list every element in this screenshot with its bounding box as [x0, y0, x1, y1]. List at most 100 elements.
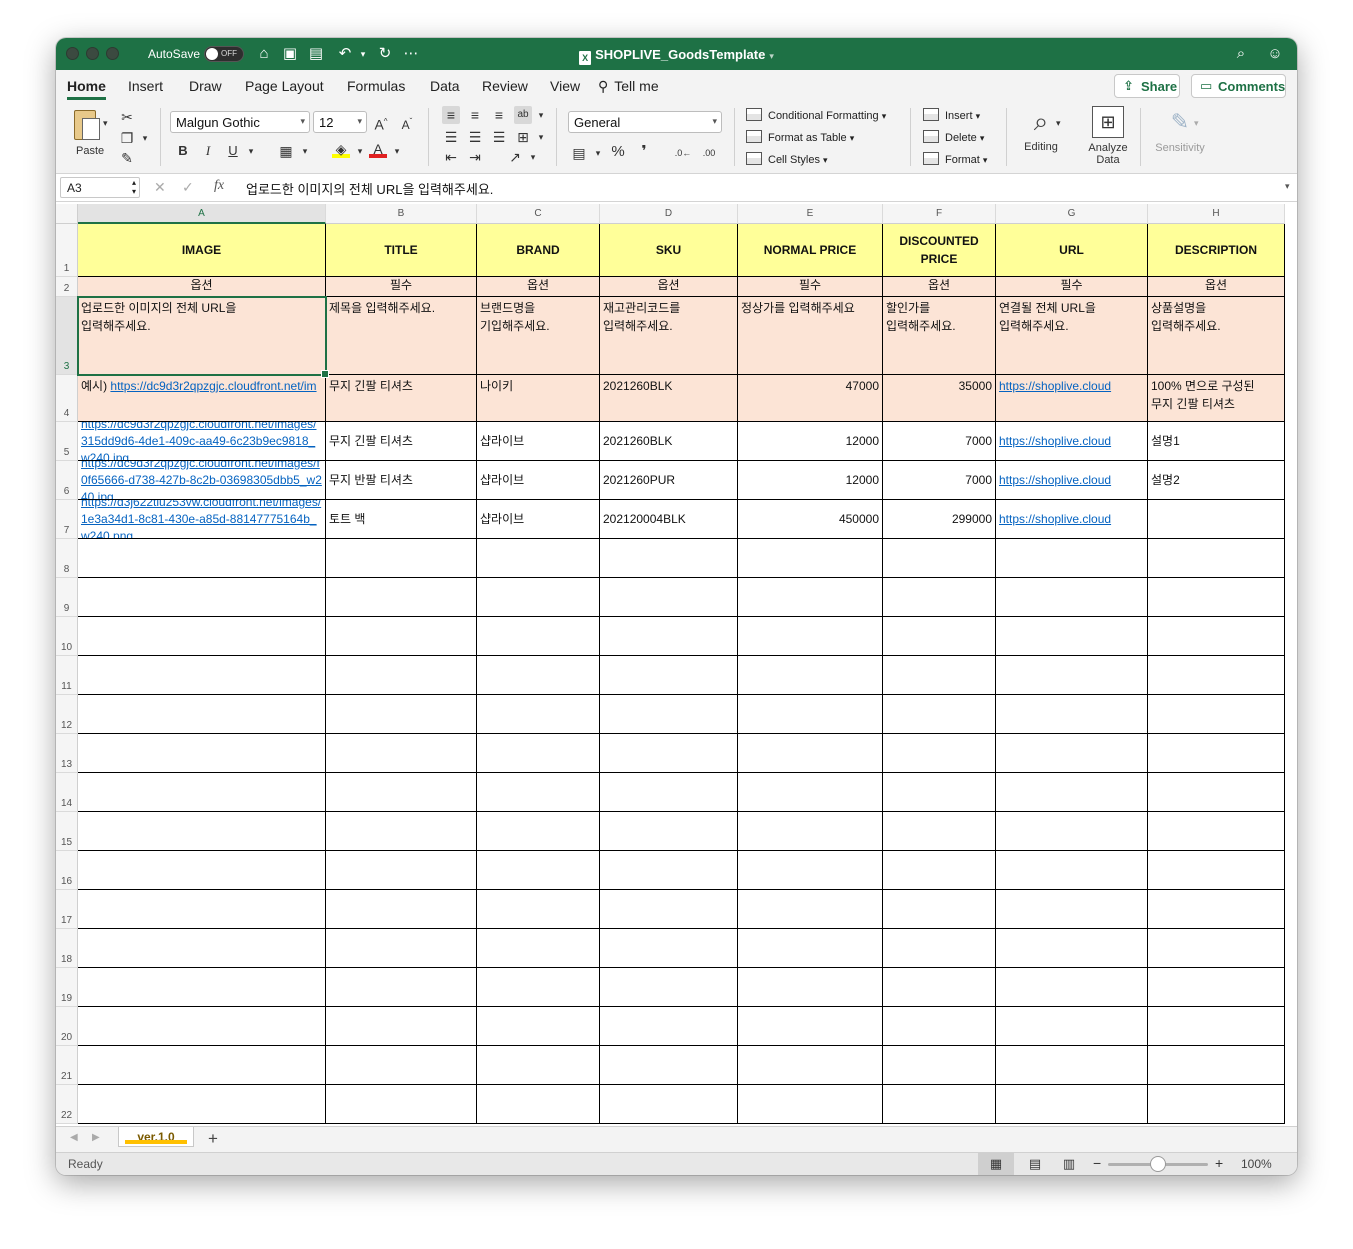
row-header-7[interactable]: 7: [56, 500, 78, 539]
editing-button[interactable]: ⌕ Editing: [1019, 106, 1063, 168]
cell-e10[interactable]: [738, 617, 883, 656]
cell-c13[interactable]: [477, 734, 600, 773]
cell-h10[interactable]: [1148, 617, 1285, 656]
cell-h4[interactable]: 100% 면으로 구성된 무지 긴팔 티셔츠: [1148, 375, 1285, 422]
row-header-17[interactable]: 17: [56, 890, 78, 929]
cell-h18[interactable]: [1148, 929, 1285, 968]
search-icon[interactable]: ⌕: [1232, 45, 1250, 63]
cell-f7[interactable]: 299000: [883, 500, 996, 539]
cell-b19[interactable]: [326, 968, 477, 1007]
cell-e20[interactable]: [738, 1007, 883, 1046]
image-link[interactable]: https://dc9d3r2qpzgjc.cloudfront.net/ima…: [81, 422, 316, 460]
row-header-20[interactable]: 20: [56, 1007, 78, 1046]
cell-h1[interactable]: DESCRIPTION: [1148, 224, 1285, 277]
cell-h11[interactable]: [1148, 656, 1285, 695]
increase-decimal-icon[interactable]: .0←: [674, 144, 692, 162]
page-break-view-icon[interactable]: ▥: [1056, 1153, 1082, 1175]
cell-c5[interactable]: 샵라이브: [477, 422, 600, 461]
cell-g6[interactable]: https://shoplive.cloud: [996, 461, 1148, 500]
row-header-2[interactable]: 2: [56, 277, 78, 297]
font-color-dropdown-icon[interactable]: ▾: [388, 142, 406, 160]
column-header-b[interactable]: B: [326, 204, 477, 224]
row-header-5[interactable]: 5: [56, 422, 78, 461]
cancel-icon[interactable]: ✕: [154, 179, 166, 196]
cell-c11[interactable]: [477, 656, 600, 695]
cell-f21[interactable]: [883, 1046, 996, 1085]
cell-e2[interactable]: 필수: [738, 277, 883, 297]
cell-c7[interactable]: 샵라이브: [477, 500, 600, 539]
cut-icon[interactable]: ✂: [118, 108, 136, 126]
number-format-select[interactable]: General ▾: [568, 111, 722, 133]
cell-d15[interactable]: [600, 812, 738, 851]
cell-e4[interactable]: 47000: [738, 375, 883, 422]
cell-e9[interactable]: [738, 578, 883, 617]
format-painter-icon[interactable]: ✎: [118, 149, 136, 167]
comma-style-icon[interactable]: ❜: [635, 143, 653, 161]
cell-h20[interactable]: [1148, 1007, 1285, 1046]
cell-f14[interactable]: [883, 773, 996, 812]
row-header-15[interactable]: 15: [56, 812, 78, 851]
cell-c4[interactable]: 나이키: [477, 375, 600, 422]
sheet-tab-ver-1-0[interactable]: ver.1.0: [118, 1127, 194, 1147]
cell-f13[interactable]: [883, 734, 996, 773]
cell-e21[interactable]: [738, 1046, 883, 1085]
insert-cells-button[interactable]: Insert ▾: [923, 108, 980, 122]
tab-data[interactable]: Data: [430, 78, 460, 94]
tell-me-search[interactable]: ⚲ Tell me: [598, 78, 659, 95]
add-sheet-button[interactable]: +: [208, 1129, 218, 1149]
scroll-tabs-left-icon[interactable]: ◀: [70, 1132, 78, 1143]
sensitivity-dropdown-icon[interactable]: ▾: [1194, 118, 1199, 129]
expand-formula-bar-icon[interactable]: ▾: [1285, 181, 1290, 192]
cell-d5[interactable]: 2021260BLK: [600, 422, 738, 461]
row-header-21[interactable]: 21: [56, 1046, 78, 1085]
cell-c19[interactable]: [477, 968, 600, 1007]
cell-e18[interactable]: [738, 929, 883, 968]
document-title-area[interactable]: X SHOPLIVE_GoodsTemplate ▾: [56, 47, 1297, 65]
borders-icon[interactable]: ▦: [277, 142, 295, 160]
merge-center-icon[interactable]: ⊞: [514, 128, 532, 146]
cell-d11[interactable]: [600, 656, 738, 695]
cell-a11[interactable]: [78, 656, 326, 695]
column-header-d[interactable]: D: [600, 204, 738, 224]
cell-g9[interactable]: [996, 578, 1148, 617]
cell-h13[interactable]: [1148, 734, 1285, 773]
cell-b13[interactable]: [326, 734, 477, 773]
cell-g22[interactable]: [996, 1085, 1148, 1124]
cell-a20[interactable]: [78, 1007, 326, 1046]
cell-f12[interactable]: [883, 695, 996, 734]
cell-a4[interactable]: 예시) https://dc9d3r2qpzgjc.cloudfront.net…: [78, 375, 326, 422]
sensitivity-button[interactable]: ✎ Sensitivity: [1152, 106, 1208, 168]
cell-a15[interactable]: [78, 812, 326, 851]
cell-g8[interactable]: [996, 539, 1148, 578]
copy-dropdown-icon[interactable]: ▾: [136, 129, 154, 147]
cell-f2[interactable]: 옵션: [883, 277, 996, 297]
cell-a22[interactable]: [78, 1085, 326, 1124]
cell-a13[interactable]: [78, 734, 326, 773]
bold-button[interactable]: B: [174, 142, 192, 160]
enter-icon[interactable]: ✓: [182, 179, 194, 196]
cell-d20[interactable]: [600, 1007, 738, 1046]
row-header-3[interactable]: 3: [56, 297, 78, 375]
cell-c22[interactable]: [477, 1085, 600, 1124]
cell-e12[interactable]: [738, 695, 883, 734]
cell-a8[interactable]: [78, 539, 326, 578]
row-header-4[interactable]: 4: [56, 375, 78, 422]
font-size-select[interactable]: 12 ▾: [313, 111, 367, 133]
cell-f6[interactable]: 7000: [883, 461, 996, 500]
row-header-8[interactable]: 8: [56, 539, 78, 578]
copy-icon[interactable]: ❐: [118, 129, 136, 147]
cell-b1[interactable]: TITLE: [326, 224, 477, 277]
cell-h5[interactable]: 설명1: [1148, 422, 1285, 461]
cell-d3[interactable]: 재고관리코드를 입력해주세요.: [600, 297, 738, 375]
cell-b9[interactable]: [326, 578, 477, 617]
cell-e5[interactable]: 12000: [738, 422, 883, 461]
row-header-12[interactable]: 12: [56, 695, 78, 734]
cell-h16[interactable]: [1148, 851, 1285, 890]
cell-a16[interactable]: [78, 851, 326, 890]
cell-h17[interactable]: [1148, 890, 1285, 929]
analyze-data-button[interactable]: ⊞ Analyze Data: [1084, 106, 1132, 170]
fill-color-dropdown-icon[interactable]: ▾: [351, 142, 369, 160]
tab-draw[interactable]: Draw: [189, 78, 222, 94]
row-header-10[interactable]: 10: [56, 617, 78, 656]
cell-g12[interactable]: [996, 695, 1148, 734]
